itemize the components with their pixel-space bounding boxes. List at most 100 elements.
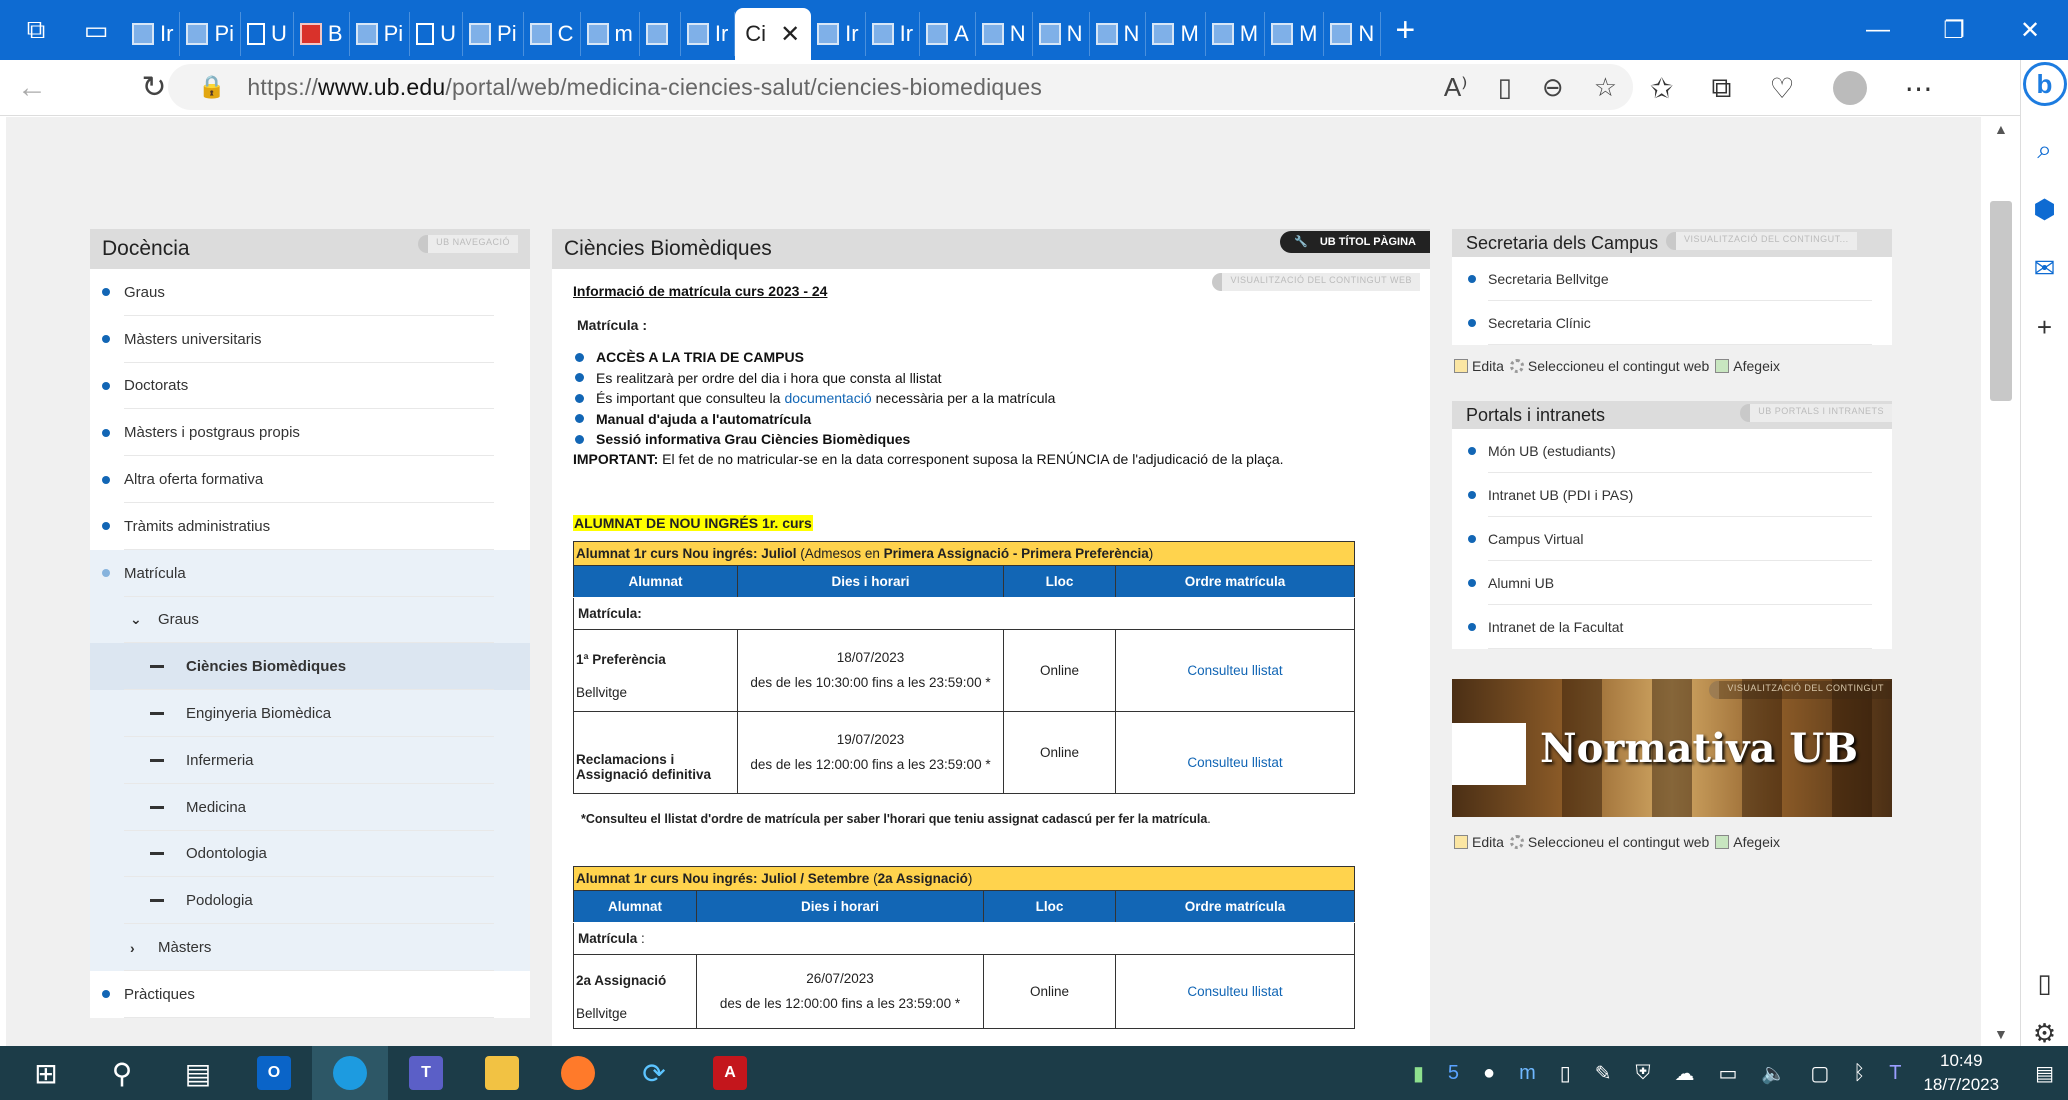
- teams-icon[interactable]: T: [388, 1046, 464, 1100]
- pen-icon[interactable]: ✎: [1595, 1061, 1612, 1086]
- acrobat-icon[interactable]: A: [692, 1046, 768, 1100]
- tab[interactable]: U: [241, 12, 294, 56]
- add-link[interactable]: Afegeix: [1733, 358, 1780, 374]
- onedrive-icon[interactable]: ☁: [1675, 1061, 1695, 1086]
- bluetooth-icon[interactable]: ᛒ: [1853, 1062, 1865, 1085]
- usb-icon[interactable]: ▯: [1560, 1061, 1571, 1086]
- sync-app-icon[interactable]: ⟳: [616, 1046, 692, 1100]
- search-icon[interactable]: ⌕: [2037, 134, 2052, 166]
- more-menu-icon[interactable]: ⋯: [1905, 72, 1933, 105]
- list-item[interactable]: Campus Virtual: [1452, 517, 1892, 561]
- windows-start-icon[interactable]: ⊞: [8, 1046, 84, 1100]
- outlook-icon[interactable]: O: [236, 1046, 312, 1100]
- read-aloud-icon[interactable]: A⁾: [1444, 72, 1468, 103]
- lock-icon[interactable]: 🔒: [198, 74, 225, 100]
- nav-item-masters-propis[interactable]: Màsters i postgraus propis: [90, 409, 530, 456]
- scroll-up-icon[interactable]: ▲: [1994, 121, 2008, 137]
- tab[interactable]: m: [581, 12, 640, 56]
- select-content-link[interactable]: Seleccioneu el contingut web: [1528, 834, 1709, 850]
- tab[interactable]: Ir: [866, 12, 921, 56]
- scroll-down-icon[interactable]: ▼: [1994, 1026, 2008, 1042]
- list-item[interactable]: Secretaria Clínic: [1452, 301, 1892, 345]
- edit-link[interactable]: Edita: [1472, 834, 1504, 850]
- consult-list-link[interactable]: Consulteu llistat: [1187, 984, 1282, 999]
- nav-grau-podologia[interactable]: Podologia: [90, 877, 530, 925]
- favorites-icon[interactable]: ✩: [1650, 72, 1673, 105]
- tab[interactable]: Ir: [681, 12, 736, 56]
- tab[interactable]: [640, 12, 681, 56]
- tab[interactable]: Pi: [463, 12, 524, 56]
- list-item[interactable]: ACCÈS A LA TRIA DE CAMPUS: [573, 347, 1410, 368]
- new-tab-icon[interactable]: +: [1395, 11, 1415, 50]
- tab[interactable]: Ir: [126, 12, 181, 56]
- tab[interactable]: M: [1206, 12, 1266, 56]
- scroll-thumb[interactable]: [1990, 201, 2012, 401]
- url-input[interactable]: 🔒 https://www.ub.edu/portal/web/medicina…: [168, 64, 1633, 110]
- nav-item-graus[interactable]: Graus: [90, 269, 530, 316]
- tab[interactable]: Ir: [811, 12, 866, 56]
- list-item[interactable]: Intranet de la Facultat: [1452, 605, 1892, 649]
- nav-item-masters[interactable]: Màsters universitaris: [90, 316, 530, 363]
- tab[interactable]: B: [294, 12, 350, 56]
- list-item[interactable]: Intranet UB (PDI i PAS): [1452, 473, 1892, 517]
- firefox-icon[interactable]: [540, 1046, 616, 1100]
- info-session-link[interactable]: Sessió informativa Grau Ciències Biomèdi…: [596, 431, 910, 447]
- search-icon[interactable]: ⚲: [84, 1046, 160, 1100]
- tab[interactable]: N: [1090, 12, 1147, 56]
- tab[interactable]: Pi: [180, 12, 242, 56]
- nav-item-doctorats[interactable]: Doctorats: [90, 363, 530, 410]
- nav-item-practiques[interactable]: Pràctiques: [90, 971, 530, 1018]
- close-window-icon[interactable]: ✕: [1992, 0, 2068, 60]
- active-tab[interactable]: Ci ✕: [735, 8, 812, 60]
- edit-link[interactable]: Edita: [1472, 358, 1504, 374]
- list-item[interactable]: Alumni UB: [1452, 561, 1892, 605]
- tray-app-icon[interactable]: ●: [1483, 1062, 1495, 1085]
- back-icon[interactable]: ←: [0, 60, 64, 116]
- nav-grau-ciencies-biomediques[interactable]: Ciències Biomèdiques: [90, 643, 530, 691]
- tab[interactable]: N: [976, 12, 1033, 56]
- tab[interactable]: A: [920, 12, 976, 56]
- tools-icon[interactable]: ⬢: [2033, 194, 2056, 225]
- close-tab-icon[interactable]: ✕: [780, 20, 800, 49]
- consult-list-link[interactable]: Consulteu llistat: [1187, 755, 1282, 770]
- list-item[interactable]: Manual d'ajuda a l'automatrícula: [573, 409, 1410, 430]
- tab[interactable]: N: [1324, 12, 1382, 56]
- add-sidebar-app-icon[interactable]: +: [2037, 312, 2052, 343]
- workspaces-icon[interactable]: ⧉: [6, 0, 66, 60]
- network-icon[interactable]: ▢: [1810, 1061, 1829, 1086]
- consult-list-link[interactable]: Consulteu llistat: [1187, 663, 1282, 678]
- nav-grau-medicina[interactable]: Medicina: [90, 783, 530, 831]
- nav-grau-odontologia[interactable]: Odontologia: [90, 830, 530, 878]
- profile-avatar-icon[interactable]: [1832, 71, 1867, 105]
- outlook-icon[interactable]: ✉: [2034, 253, 2056, 284]
- edge-icon[interactable]: [312, 1046, 388, 1100]
- nav-item-tramits[interactable]: Tràmits administratius: [90, 503, 530, 550]
- clock[interactable]: 10:49 18/7/2023: [1923, 1049, 1999, 1097]
- tray-app-icon[interactable]: ▮: [1413, 1061, 1424, 1086]
- tab[interactable]: M: [1146, 12, 1206, 56]
- split-screen-icon[interactable]: ▯: [2037, 968, 2051, 999]
- nav-item-altra-oferta[interactable]: Altra oferta formativa: [90, 456, 530, 503]
- tab[interactable]: N: [1033, 12, 1090, 56]
- maximize-icon[interactable]: ❐: [1916, 0, 1992, 60]
- page-scrollbar[interactable]: ▲ ▼: [1982, 117, 2020, 1046]
- list-item[interactable]: Sessió informativa Grau Ciències Biomèdi…: [573, 429, 1410, 450]
- tab-actions-icon[interactable]: ▭: [66, 0, 126, 60]
- nav-item-matricula[interactable]: Matrícula: [90, 549, 530, 597]
- security-shield-icon[interactable]: ⛨: [1636, 1062, 1651, 1085]
- list-item[interactable]: Secretaria Bellvitge: [1452, 257, 1892, 301]
- tray-app-icon[interactable]: m: [1519, 1062, 1536, 1085]
- nav-subitem-masters[interactable]: › Màsters: [90, 924, 530, 971]
- list-item[interactable]: Món UB (estudiants): [1452, 429, 1892, 473]
- favorite-star-icon[interactable]: ☆: [1594, 72, 1617, 103]
- tab[interactable]: M: [1265, 12, 1325, 56]
- volume-icon[interactable]: 🔈: [1761, 1061, 1786, 1086]
- manual-link[interactable]: Manual d'ajuda a l'automatrícula: [596, 411, 811, 427]
- battery-icon[interactable]: ▭: [1719, 1061, 1738, 1086]
- nav-grau-infermeria[interactable]: Infermeria: [90, 736, 530, 784]
- task-view-icon[interactable]: ▤: [160, 1046, 236, 1100]
- tab[interactable]: U: [410, 12, 464, 56]
- bing-copilot-icon[interactable]: b: [2022, 62, 2067, 106]
- documentacio-link[interactable]: documentació: [784, 390, 871, 406]
- collections-icon[interactable]: ⧉: [1711, 72, 1731, 105]
